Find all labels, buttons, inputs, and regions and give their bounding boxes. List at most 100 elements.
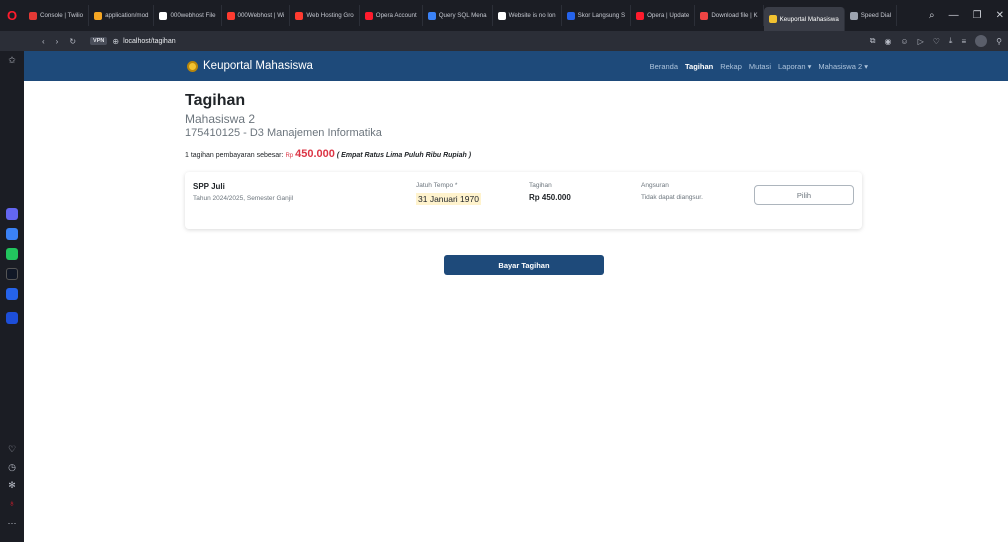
browser-tab[interactable]: Skor Langsung S: [562, 5, 632, 26]
camera-icon[interactable]: ◉: [884, 37, 891, 46]
maximize-icon[interactable]: ❐: [973, 10, 982, 21]
download-icon[interactable]: ⤓: [949, 36, 953, 46]
history-icon[interactable]: ◷: [0, 462, 24, 473]
messenger-icon[interactable]: [6, 228, 18, 240]
brand[interactable]: Keuportal Mahasiswa: [187, 51, 313, 81]
page-title: Tagihan: [185, 92, 246, 109]
bill-summary: 1 tagihan pembayaran sebesar: Rp 450.000…: [185, 148, 862, 160]
extensions-icon[interactable]: ⚲: [996, 37, 1002, 46]
nav-link[interactable]: Mutasi: [749, 62, 771, 71]
tab-favicon-icon: [849, 11, 858, 20]
browser-tab[interactable]: Opera | Update: [631, 5, 696, 26]
browser-tab[interactable]: Website is no lon: [493, 5, 562, 26]
aria-icon[interactable]: [6, 208, 18, 220]
nav-link[interactable]: Laporan ▾: [778, 62, 811, 71]
select-bill-button[interactable]: Pilih: [754, 185, 854, 205]
globe-icon: ⊕: [112, 36, 120, 46]
easy-setup-icon[interactable]: ☺: [900, 37, 908, 46]
tab-label: 000Webhost | Wi: [237, 12, 285, 19]
tab-favicon-icon: [768, 15, 777, 23]
tab-favicon-icon: [295, 11, 304, 20]
player-icon[interactable]: ▷: [918, 37, 924, 46]
amount-column: Tagihan Rp 450.000: [529, 182, 571, 202]
tab-label: Console | Twilio: [40, 12, 84, 19]
installment-column: Angsuran Tidak dapat diangsur.: [641, 182, 703, 201]
due-label: Jatuh Tempo *: [416, 182, 458, 189]
summary-currency: Rp: [285, 153, 294, 159]
pin-icon[interactable]: ♁: [0, 498, 24, 508]
nav-link[interactable]: Beranda: [650, 62, 678, 71]
due-column: Jatuh Tempo * 31 Januari 1970: [416, 182, 481, 207]
nav-links: Beranda Tagihan Rekap Mutasi Laporan ▾ Mahasi…: [650, 51, 868, 81]
tab-favicon-icon: [29, 11, 37, 20]
nav-link[interactable]: Mahasiswa 2 ▾: [818, 62, 868, 71]
app-icon[interactable]: [6, 288, 18, 300]
browser-tab-strip: O Console | Twilio application/mod 000webh…: [0, 0, 1008, 31]
tab-label: Skor Langsung S: [577, 12, 626, 19]
bill-subtitle: Tahun 2024/2025, Semester Ganjil: [193, 195, 294, 202]
browser-tab[interactable]: Download file | K: [695, 5, 764, 26]
snapshot-icon[interactable]: ⧉: [870, 36, 876, 46]
tab-list: Console | Twilio application/mod 000webhos…: [24, 0, 898, 31]
browser-tab[interactable]: Query SQL Mena: [423, 5, 493, 26]
diamond-icon[interactable]: ✩: [0, 55, 24, 66]
forward-icon[interactable]: ›: [56, 37, 59, 46]
browser-tab[interactable]: Web Hosting Gro: [290, 5, 360, 26]
whatsapp-icon[interactable]: [6, 248, 18, 260]
back-icon[interactable]: ‹: [42, 37, 45, 46]
tab-label: Speed Dial: [860, 12, 892, 19]
window-controls: ⌕ — ❐ ✕: [929, 0, 1004, 31]
search-tabs-icon[interactable]: ⌕: [929, 10, 935, 21]
tab-favicon-icon: [94, 11, 103, 20]
due-value: 31 Januari 1970: [416, 193, 481, 205]
vpn-badge[interactable]: VPN: [90, 37, 108, 45]
browser-tab[interactable]: Console | Twilio: [24, 5, 90, 26]
installment-label: Angsuran: [641, 182, 669, 189]
heart-icon[interactable]: ♡: [0, 444, 24, 455]
browser-tab[interactable]: Speed Dial: [845, 5, 898, 26]
menu-icon[interactable]: ≡: [961, 37, 966, 46]
nav-link[interactable]: Tagihan: [685, 62, 713, 71]
pay-bill-button[interactable]: Bayar Tagihan: [444, 255, 604, 275]
opera-logo[interactable]: O: [0, 0, 24, 31]
minimize-icon[interactable]: —: [949, 10, 959, 21]
browser-tab[interactable]: 000webhost File: [154, 5, 222, 26]
more-icon[interactable]: ⋯: [0, 518, 24, 529]
bill-name: SPP Juli: [193, 182, 225, 191]
tab-label: Opera | Update: [647, 12, 690, 19]
url-field[interactable]: localhost/tagihan: [123, 38, 176, 45]
amount-value: Rp 450.000: [529, 193, 571, 202]
address-bar: ‹ › ↻ VPN ⊕ localhost/tagihan ⧉ ◉ ☺ ▷ ♡ …: [0, 31, 1008, 51]
reload-icon[interactable]: ↻: [69, 37, 76, 46]
opera-sidebar: ⌂ ✩ ♡ ◷ ✻ ♁ ⋯: [0, 31, 24, 542]
app-icon-2[interactable]: [6, 312, 18, 324]
tab-label: Keuportal Mahasiswa: [779, 15, 839, 23]
tab-favicon-icon: [159, 11, 168, 20]
browser-tab[interactable]: 000Webhost | Wi: [222, 5, 291, 26]
tab-label: Opera Account: [375, 12, 417, 19]
nav-buttons: ‹ › ↻: [42, 37, 76, 46]
summary-words: ( Empat Ratus Lima Puluh Ribu Rupiah ): [336, 152, 472, 159]
close-icon[interactable]: ✕: [996, 10, 1004, 21]
address-bar-tools: ⧉ ◉ ☺ ▷ ♡ ⤓ ≡ ⚲: [870, 31, 1002, 51]
browser-tab[interactable]: Keuportal Mahasiswa: [763, 7, 845, 31]
tab-label: Query SQL Mena: [438, 12, 487, 19]
summary-prefix: 1 tagihan pembayaran sebesar:: [185, 152, 284, 159]
tab-label: 000webhost File: [170, 12, 216, 19]
nav-link[interactable]: Rekap: [720, 62, 742, 71]
tab-favicon-icon: [636, 11, 645, 20]
tab-favicon-icon: [497, 11, 506, 20]
tiktok-icon[interactable]: [6, 268, 18, 280]
bill-info: SPP Juli Tahun 2024/2025, Semester Ganji…: [193, 182, 293, 202]
heart-outline-icon[interactable]: ♡: [933, 37, 940, 46]
tab-favicon-icon: [700, 11, 709, 20]
tab-favicon-icon: [427, 11, 436, 20]
bill-card: SPP Juli Tahun 2024/2025, Semester Ganji…: [185, 172, 862, 229]
brand-logo-icon: [187, 60, 198, 72]
tab-favicon-icon: [226, 11, 235, 20]
profile-avatar[interactable]: [975, 35, 988, 47]
browser-tab[interactable]: application/mod: [89, 5, 155, 26]
student-name: Mahasiswa 2: [185, 112, 256, 126]
settings-icon[interactable]: ✻: [0, 480, 24, 491]
browser-tab[interactable]: Opera Account: [360, 5, 423, 26]
